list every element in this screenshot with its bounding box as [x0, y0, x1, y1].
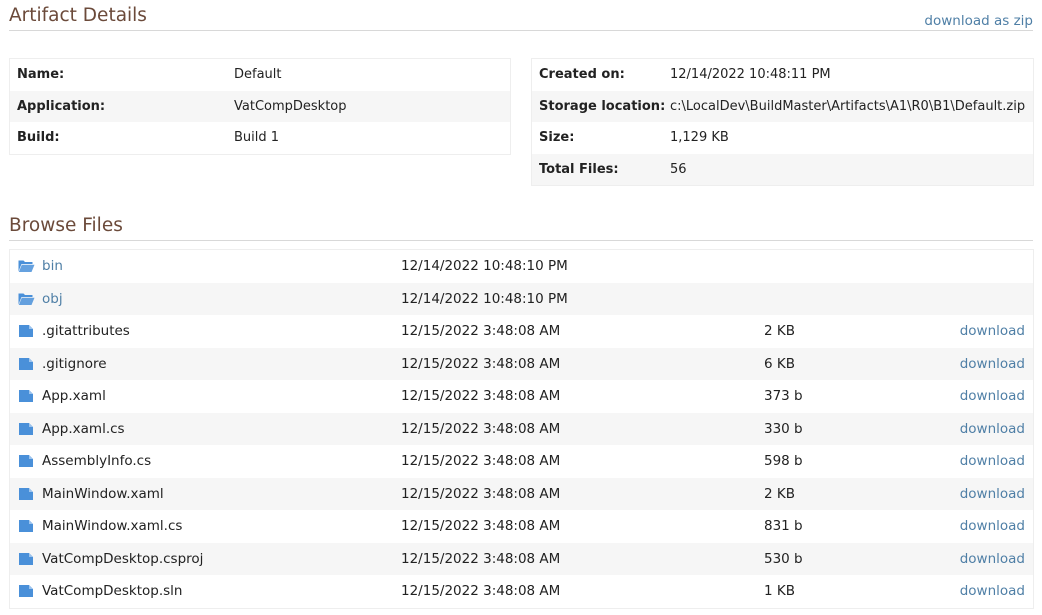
- modified-date: 12/14/2022 10:48:10 PM: [401, 258, 568, 274]
- property-row: Created on: 12/14/2022 10:48:11 PM: [532, 59, 1033, 91]
- browse-files-divider: [9, 240, 1033, 241]
- file-icon: [18, 487, 35, 501]
- property-value: Build 1: [234, 130, 280, 145]
- file-row: App.xaml.cs 12/15/2022 3:48:08 AM 330 b dow…: [10, 412, 1033, 445]
- file-icon: [18, 389, 35, 403]
- property-label: Build:: [17, 130, 60, 145]
- file-name: VatCompDesktop.csproj: [42, 550, 204, 567]
- property-value: VatCompDesktop: [234, 98, 347, 114]
- file-name: MainWindow.xaml.cs: [42, 518, 183, 534]
- property-row: Name: Default: [10, 59, 510, 91]
- file-size: 6 KB: [764, 355, 795, 372]
- file-size: 530 b: [764, 550, 803, 567]
- file-name: .gitignore: [42, 355, 107, 372]
- property-value: 12/14/2022 10:48:11 PM: [670, 67, 831, 82]
- file-icon: [18, 422, 35, 436]
- file-name: App.xaml: [42, 388, 106, 404]
- property-row: Total Files: 56: [532, 153, 1033, 185]
- file-name: MainWindow.xaml: [42, 485, 164, 502]
- folder-open-icon: [18, 259, 35, 273]
- file-size: 2 KB: [764, 323, 795, 339]
- file-row: VatCompDesktop.sln 12/15/2022 3:48:08 AM 1…: [10, 575, 1033, 608]
- file-icon: [18, 519, 35, 533]
- folder-link[interactable]: bin: [42, 258, 63, 274]
- modified-date: 12/15/2022 3:48:08 AM: [401, 420, 561, 437]
- property-row: Storage location: c:\LocalDev\BuildMaster…: [532, 90, 1033, 122]
- file-icon: [18, 324, 35, 338]
- download-link[interactable]: download: [960, 518, 1025, 534]
- file-list: bin 12/14/2022 10:48:10 PM obj 12/14/2022 1…: [9, 249, 1034, 609]
- file-name: .gitattributes: [42, 323, 130, 339]
- property-label: Total Files:: [539, 161, 619, 177]
- file-row: AssemblyInfo.cs 12/15/2022 3:48:08 AM 598 …: [10, 445, 1033, 478]
- download-link[interactable]: download: [960, 356, 1025, 372]
- file-row: MainWindow.xaml.cs 12/15/2022 3:48:08 AM 8…: [10, 510, 1033, 543]
- download-link[interactable]: download: [960, 421, 1025, 437]
- property-row: Size: 1,129 KB: [532, 122, 1033, 154]
- folder-link[interactable]: obj: [42, 291, 63, 307]
- modified-date: 12/15/2022 3:48:08 AM: [401, 453, 561, 469]
- modified-date: 12/15/2022 3:48:08 AM: [401, 485, 561, 502]
- property-row: Build: Build 1: [10, 122, 510, 154]
- file-name: VatCompDesktop.sln: [42, 583, 183, 599]
- download-link[interactable]: download: [960, 583, 1025, 599]
- property-label: Created on:: [539, 67, 625, 82]
- artifact-details-title: Artifact Details: [9, 5, 147, 26]
- file-size: 831 b: [764, 518, 803, 534]
- download-link[interactable]: download: [960, 323, 1025, 339]
- artifact-details-divider: [9, 30, 1033, 31]
- modified-date: 12/14/2022 10:48:10 PM: [401, 290, 568, 307]
- property-value: 1,129 KB: [670, 130, 729, 145]
- file-row: .gitignore 12/15/2022 3:48:08 AM 6 KB downl…: [10, 347, 1033, 380]
- property-label: Name:: [17, 67, 65, 82]
- property-value: c:\LocalDev\BuildMaster\Artifacts\A1\R0\…: [670, 98, 1026, 114]
- modified-date: 12/15/2022 3:48:08 AM: [401, 550, 561, 567]
- property-value: 56: [670, 161, 687, 177]
- file-row: VatCompDesktop.csproj 12/15/2022 3:48:08 …: [10, 542, 1033, 575]
- file-size: 373 b: [764, 388, 803, 404]
- file-name: App.xaml.cs: [42, 420, 125, 437]
- file-icon: [18, 357, 35, 371]
- artifact-properties-right: Created on: 12/14/2022 10:48:11 PM Storage…: [531, 58, 1034, 186]
- property-label: Application:: [17, 98, 106, 114]
- modified-date: 12/15/2022 3:48:08 AM: [401, 388, 561, 404]
- download-as-zip-link[interactable]: download as zip: [924, 13, 1033, 29]
- download-link[interactable]: download: [960, 551, 1025, 567]
- property-value: Default: [234, 67, 282, 82]
- modified-date: 12/15/2022 3:48:08 AM: [401, 323, 561, 339]
- modified-date: 12/15/2022 3:48:08 AM: [401, 355, 561, 372]
- folder-row[interactable]: obj 12/14/2022 10:48:10 PM: [10, 282, 1033, 315]
- download-link[interactable]: download: [960, 486, 1025, 502]
- property-row: Application: VatCompDesktop: [10, 90, 510, 122]
- modified-date: 12/15/2022 3:48:08 AM: [401, 518, 561, 534]
- file-icon: [18, 552, 35, 566]
- folder-open-icon: [18, 292, 35, 306]
- file-size: 598 b: [764, 453, 803, 469]
- browse-files-title: Browse Files: [9, 215, 123, 236]
- file-size: 2 KB: [764, 485, 795, 502]
- artifact-properties-left: Name: Default Application: VatCompDesktop Bu…: [9, 58, 511, 155]
- file-icon: [18, 584, 35, 598]
- file-row: App.xaml 12/15/2022 3:48:08 AM 373 b downlo…: [10, 380, 1033, 413]
- file-icon: [18, 454, 35, 468]
- file-size: 330 b: [764, 420, 803, 437]
- file-size: 1 KB: [764, 583, 795, 599]
- download-link[interactable]: download: [960, 453, 1025, 469]
- folder-row[interactable]: bin 12/14/2022 10:48:10 PM: [10, 250, 1033, 283]
- file-name: AssemblyInfo.cs: [42, 453, 152, 469]
- property-label: Size:: [539, 130, 575, 145]
- download-link[interactable]: download: [960, 388, 1025, 404]
- file-row: .gitattributes 12/15/2022 3:48:08 AM 2 KB d…: [10, 315, 1033, 348]
- modified-date: 12/15/2022 3:48:08 AM: [401, 583, 561, 599]
- file-row: MainWindow.xaml 12/15/2022 3:48:08 AM 2 KB…: [10, 477, 1033, 510]
- property-label: Storage location:: [539, 98, 666, 114]
